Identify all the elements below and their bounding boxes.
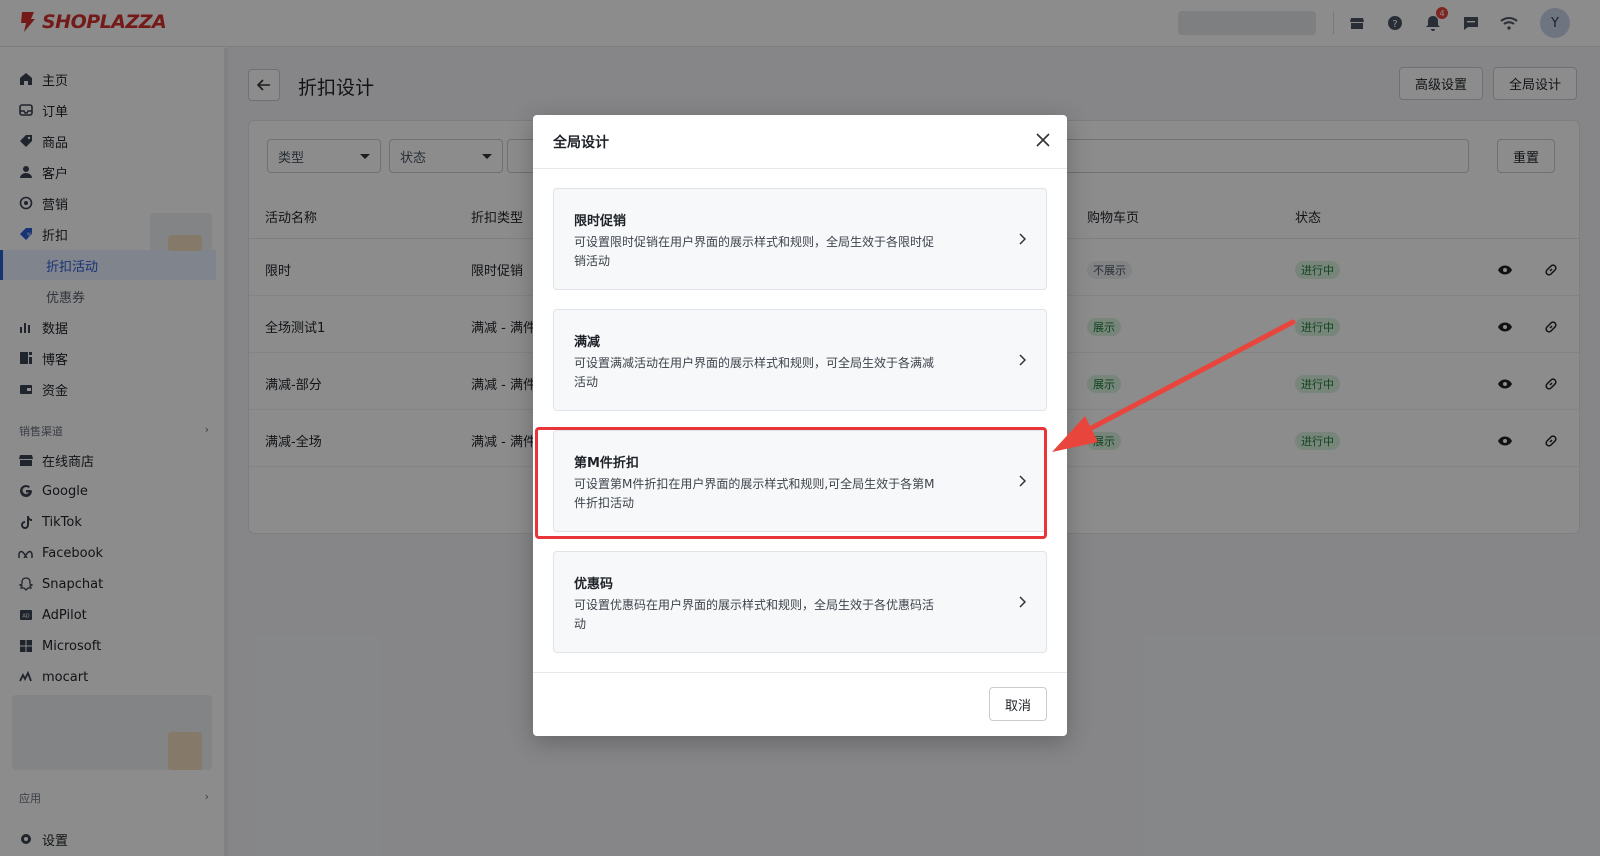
option-title: 限时促销 xyxy=(574,214,627,229)
option-description: 可设置限时促销在用户界面的展示样式和规则，全局生效于各限时促销活动 xyxy=(574,235,935,268)
chevron-right-icon xyxy=(1014,231,1030,247)
highlight-box xyxy=(535,427,1047,539)
option-description: 可设置满减活动在用户界面的展示样式和规则，可全局生效于各满减活动 xyxy=(574,356,935,389)
chevron-right-icon xyxy=(1014,352,1030,368)
divider xyxy=(533,168,1067,169)
option-title: 满减 xyxy=(574,335,601,350)
chevron-right-icon xyxy=(1014,594,1030,610)
option-coupon-code[interactable]: 优惠码 可设置优惠码在用户界面的展示样式和规则，全局生效于各优惠码活动 xyxy=(553,551,1047,653)
dialog-title: 全局设计 xyxy=(553,135,609,151)
option-full-reduction[interactable]: 满减 可设置满减活动在用户界面的展示样式和规则，可全局生效于各满减活动 xyxy=(553,309,1047,411)
close-icon[interactable] xyxy=(1033,130,1053,150)
global-design-dialog: 全局设计 限时促销 可设置限时促销在用户界面的展示样式和规则，全局生效于各限时促… xyxy=(533,115,1067,736)
option-description: 可设置优惠码在用户界面的展示样式和规则，全局生效于各优惠码活动 xyxy=(574,598,935,631)
option-flash-sale[interactable]: 限时促销 可设置限时促销在用户界面的展示样式和规则，全局生效于各限时促销活动 xyxy=(553,188,1047,290)
cancel-button[interactable]: 取消 xyxy=(989,687,1047,721)
option-title: 优惠码 xyxy=(574,577,614,592)
divider xyxy=(533,672,1067,673)
